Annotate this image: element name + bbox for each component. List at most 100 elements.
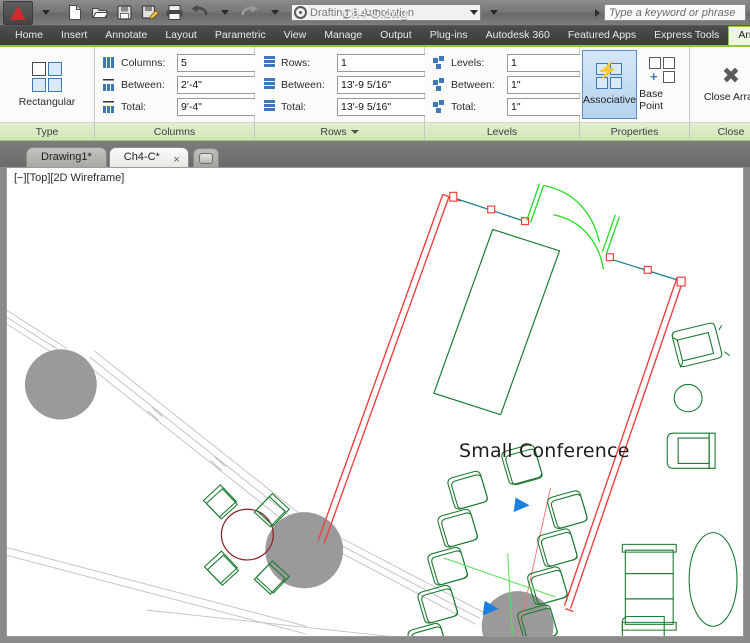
- grip-markers: [449, 191, 686, 287]
- ribbon-tab-home[interactable]: Home: [6, 26, 52, 45]
- site-node-circle: [24, 349, 97, 420]
- rows-count-icon: [263, 55, 277, 70]
- chevron-down-icon: [220, 10, 229, 15]
- workspace-label: Drafting & Annotation: [310, 6, 414, 19]
- ribbon-tab-autodesk360[interactable]: Autodesk 360: [477, 26, 559, 45]
- doc-tab-drawing1-label: Drawing1*: [41, 151, 92, 163]
- field-columns-count: Columns:: [103, 53, 261, 72]
- ribbon-tab-insert[interactable]: Insert: [52, 26, 96, 45]
- panel-columns: Columns: Between: Total: Columns: [95, 47, 261, 140]
- associative-button[interactable]: ⚡ Associative: [582, 50, 638, 119]
- chevron-down-icon: [350, 130, 359, 135]
- levels-total-icon: [433, 99, 447, 114]
- rows-total-label: Total:: [281, 100, 307, 113]
- autocad-logo-button[interactable]: [3, 0, 33, 25]
- drawing-canvas[interactable]: [−][Top][2D Wireframe] Small Conference: [6, 167, 744, 637]
- field-columns-between: Between:: [103, 75, 261, 94]
- field-rows-total: Total:: [263, 97, 433, 116]
- levels-count-input[interactable]: [507, 53, 587, 72]
- ribbon-panels: Rectangular Type Columns: Between:: [0, 45, 750, 141]
- columns-between-input[interactable]: [177, 75, 261, 94]
- title-bar: Drafting & Annotation Ch4-C.dwg Type a k…: [0, 0, 750, 26]
- panel-title-levels: Levels: [425, 122, 579, 140]
- title-dropdown-icon[interactable]: [595, 9, 600, 17]
- panel-title-columns: Columns: [95, 122, 254, 140]
- panel-properties: ⚡ Associative + Base Point Properties: [580, 47, 690, 140]
- columns-between-icon: [103, 77, 117, 92]
- ribbon-tab-array-creation[interactable]: Array Creation: [728, 26, 750, 45]
- selection-arrow: [513, 497, 530, 513]
- panel-title-properties: Properties: [580, 122, 689, 140]
- document-tab-bar: Drawing1* Ch4-C* ×: [0, 141, 750, 167]
- viewport-label[interactable]: [−][Top][2D Wireframe]: [14, 172, 124, 184]
- ribbon-tab-express-tools[interactable]: Express Tools: [645, 26, 728, 45]
- side-table: [673, 383, 703, 413]
- ribbon-tab-parametric[interactable]: Parametric: [206, 26, 275, 45]
- ribbon-tab-annotate[interactable]: Annotate: [96, 26, 156, 45]
- oval-table: [688, 532, 738, 627]
- levels-between-input[interactable]: [507, 75, 587, 94]
- plot-icon[interactable]: [162, 1, 187, 25]
- columns-total-icon: [103, 99, 117, 114]
- rows-between-input[interactable]: [337, 75, 433, 94]
- chevron-down-icon: [41, 10, 50, 15]
- site-node-circle: [481, 591, 554, 636]
- ribbon-tab-manage[interactable]: Manage: [315, 26, 371, 45]
- autocad-logo-icon: [10, 5, 26, 20]
- ribbon-tab-plugins[interactable]: Plug-ins: [421, 26, 477, 45]
- doc-tab-ch4c-label: Ch4-C*: [123, 151, 160, 163]
- new-icon[interactable]: [62, 1, 87, 25]
- columns-count-label: Columns:: [121, 56, 166, 69]
- close-array-label: Close Array: [703, 91, 750, 103]
- ribbon-tab-output[interactable]: Output: [371, 26, 421, 45]
- open-icon[interactable]: [87, 1, 112, 25]
- field-levels-count: Levels:: [433, 53, 587, 72]
- quick-access-toolbar: [62, 1, 287, 25]
- doc-tab-drawing1[interactable]: Drawing1*: [26, 147, 107, 167]
- columns-total-input[interactable]: [177, 97, 261, 116]
- rows-total-icon: [263, 99, 277, 114]
- search-box[interactable]: Type a keyword or phrase: [604, 4, 746, 21]
- panel-title-rows[interactable]: Rows: [255, 122, 424, 140]
- bottom-chair: [621, 615, 665, 636]
- field-levels-between: Between:: [433, 75, 587, 94]
- ribbon-tab-layout[interactable]: Layout: [156, 26, 206, 45]
- room-label-small-conference: Small Conference: [459, 440, 630, 462]
- conference-table: [433, 228, 561, 416]
- undo-icon[interactable]: [187, 1, 212, 25]
- associative-label: Associative: [583, 94, 637, 106]
- panel-levels: Levels: Between: Total: Levels: [425, 47, 587, 140]
- base-point-button[interactable]: + Base Point: [639, 57, 687, 112]
- sofa: [621, 543, 677, 631]
- app-menu-dropdown[interactable]: [33, 1, 58, 25]
- columns-total-label: Total:: [121, 100, 147, 113]
- rows-count-input[interactable]: [337, 53, 433, 72]
- columns-count-icon: [103, 55, 117, 70]
- panel-title-close: Close: [690, 122, 750, 140]
- doc-tab-ch4c[interactable]: Ch4-C* ×: [108, 147, 189, 167]
- new-document-tab-button[interactable]: [192, 148, 219, 167]
- rectangular-array-label: Rectangular: [18, 95, 76, 108]
- save-as-icon[interactable]: [137, 1, 162, 25]
- field-rows-between: Between:: [263, 75, 433, 94]
- close-array-button[interactable]: ✖ Close Array: [696, 66, 750, 104]
- building-walls: [317, 193, 684, 613]
- undo-dropdown[interactable]: [212, 1, 237, 25]
- levels-between-label: Between:: [451, 78, 495, 91]
- levels-count-icon: [433, 55, 447, 70]
- qat-customize-dropdown[interactable]: [481, 1, 506, 25]
- rectangular-array-button[interactable]: Rectangular: [6, 59, 88, 111]
- ribbon-tab-view[interactable]: View: [275, 26, 316, 45]
- columns-count-input[interactable]: [177, 53, 261, 72]
- redo-icon[interactable]: [237, 1, 262, 25]
- rows-total-input[interactable]: [337, 97, 433, 116]
- workspace-selector[interactable]: Drafting & Annotation: [291, 4, 481, 21]
- panel-title-rows-label: Rows: [320, 126, 347, 138]
- autocad-window: Drafting & Annotation Ch4-C.dwg Type a k…: [0, 0, 750, 643]
- field-columns-total: Total:: [103, 97, 261, 116]
- columns-between-label: Between:: [121, 78, 165, 91]
- save-icon[interactable]: [112, 1, 137, 25]
- ribbon-tab-featured-apps[interactable]: Featured Apps: [559, 26, 645, 45]
- redo-dropdown[interactable]: [262, 1, 287, 25]
- levels-total-input[interactable]: [507, 97, 587, 116]
